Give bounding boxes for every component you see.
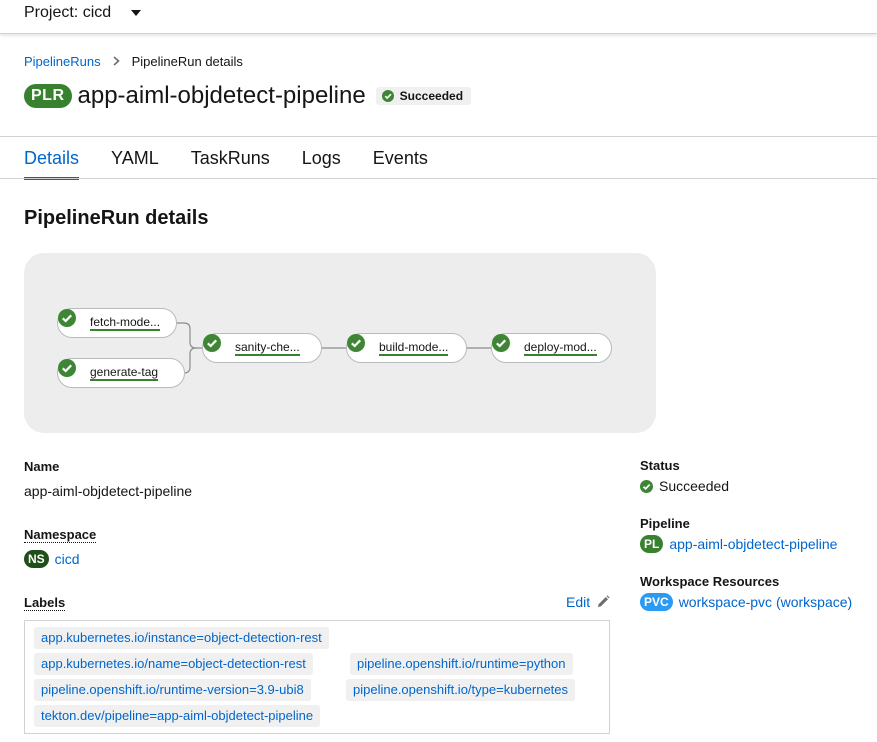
tab-events[interactable]: Events	[373, 137, 428, 179]
pipeline-task-node[interactable]: generate-tag	[57, 358, 185, 388]
namespace-link[interactable]: cicd	[55, 551, 80, 567]
workspace-pvc-link[interactable]: workspace-pvc (workspace)	[679, 594, 853, 610]
chevron-right-icon	[113, 54, 120, 69]
page-title: app-aiml-objdetect-pipeline	[77, 82, 366, 109]
workspace-resources-value: PVC workspace-pvc (workspace)	[640, 593, 852, 611]
tab-bar: Details YAML TaskRuns Logs Events	[24, 137, 460, 180]
check-circle-icon	[640, 479, 653, 493]
project-selector[interactable]: Project: cicd	[24, 4, 142, 22]
label-chip[interactable]: tekton.dev/pipeline=app-aiml-objdetect-p…	[34, 705, 321, 727]
edit-label: Edit	[566, 594, 591, 610]
caret-down-icon	[131, 10, 142, 16]
check-circle-icon	[58, 309, 82, 332]
check-circle-icon	[381, 90, 394, 102]
divider	[0, 178, 877, 179]
pencil-icon	[596, 595, 610, 609]
pipeline-link[interactable]: app-aiml-objdetect-pipeline	[669, 536, 837, 552]
workspace-resources-label: Workspace Resources	[640, 574, 780, 589]
namespace-badge: NS	[24, 550, 49, 568]
pipeline-task-node[interactable]: fetch-mode...	[57, 308, 177, 338]
pipelinerun-badge: PLR	[24, 84, 72, 108]
check-circle-icon	[492, 334, 516, 357]
status-value: Succeeded	[640, 478, 729, 494]
pipeline-task-node[interactable]: build-mode...	[346, 333, 467, 363]
page-header: PLR app-aiml-objdetect-pipeline Succeede…	[24, 82, 472, 110]
status-label: Status	[640, 458, 680, 473]
status-badge: Succeeded	[375, 87, 472, 105]
namespace-label: Namespace	[24, 527, 97, 543]
breadcrumb-pipelineruns-link[interactable]: PipelineRuns	[24, 54, 101, 69]
tab-logs[interactable]: Logs	[302, 137, 341, 179]
labels-label: Labels	[24, 595, 66, 611]
label-chip[interactable]: pipeline.openshift.io/type=kubernetes	[346, 679, 576, 701]
label-chip[interactable]: app.kubernetes.io/instance=object-detect…	[34, 627, 329, 649]
pipeline-task-label: sanity-che...	[235, 340, 300, 356]
pipeline-graph: fetch-mode... generate-tag sanity-che...…	[24, 253, 656, 433]
name-label: Name	[24, 459, 60, 474]
labels-list: app.kubernetes.io/instance=object-detect…	[24, 620, 610, 734]
section-title: PipelineRun details	[24, 207, 209, 229]
tab-yaml[interactable]: YAML	[111, 137, 159, 179]
project-label: Project: cicd	[24, 4, 112, 21]
status-value-text: Succeeded	[659, 478, 730, 494]
pipeline-task-label: deploy-mod...	[524, 340, 597, 356]
pipeline-label: Pipeline	[640, 516, 690, 531]
tab-details[interactable]: Details	[24, 137, 80, 180]
pipeline-task-node[interactable]: sanity-che...	[202, 333, 322, 363]
check-circle-icon	[347, 334, 371, 357]
label-chip[interactable]: pipeline.openshift.io/runtime=python	[350, 653, 573, 675]
namespace-value: NS cicd	[24, 550, 80, 568]
breadcrumb-current: PipelineRun details	[131, 54, 243, 69]
label-chip[interactable]: pipeline.openshift.io/runtime-version=3.…	[34, 679, 311, 701]
status-badge-label: Succeeded	[399, 89, 464, 103]
label-chip[interactable]: app.kubernetes.io/name=object-detection-…	[34, 653, 313, 675]
pipeline-value: PL app-aiml-objdetect-pipeline	[640, 535, 837, 553]
top-bar: Project: cicd	[0, 0, 877, 34]
name-value: app-aiml-objdetect-pipeline	[24, 483, 193, 499]
pipeline-task-label: generate-tag	[90, 365, 159, 381]
check-circle-icon	[58, 359, 82, 382]
tab-taskruns[interactable]: TaskRuns	[191, 137, 270, 179]
edit-labels-button[interactable]: Edit	[566, 594, 610, 610]
pipeline-task-node[interactable]: deploy-mod...	[491, 333, 612, 363]
pipeline-task-label: fetch-mode...	[90, 315, 161, 331]
breadcrumb: PipelineRuns PipelineRun details	[24, 54, 243, 69]
pipeline-task-label: build-mode...	[379, 340, 449, 356]
pipeline-badge: PL	[640, 535, 664, 553]
pvc-badge: PVC	[640, 593, 673, 611]
check-circle-icon	[203, 334, 227, 357]
